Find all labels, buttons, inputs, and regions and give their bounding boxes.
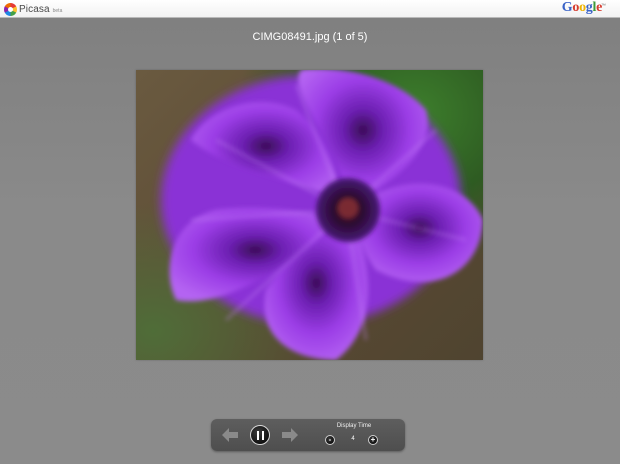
photo-title: CIMG08491.jpg (1 of 5) <box>252 31 368 43</box>
google-letter: o <box>579 0 586 15</box>
top-bar: Picasa beta Google ™ <box>0 0 620 18</box>
pause-button[interactable] <box>250 425 270 445</box>
picasa-pinwheel-icon <box>4 2 17 16</box>
pause-icon <box>256 430 259 440</box>
increase-display-time-button[interactable]: + <box>368 435 378 445</box>
next-button[interactable] <box>281 426 299 444</box>
google-logo[interactable]: Google <box>561 0 603 16</box>
display-time-label: Display Time <box>336 423 372 429</box>
flower-image <box>161 70 483 360</box>
slideshow-photo[interactable] <box>136 70 483 360</box>
beta-label: beta <box>52 7 63 14</box>
picasa-wordmark: Picasa <box>19 3 50 15</box>
pause-icon <box>261 430 264 440</box>
display-time-value: 4 <box>351 436 355 442</box>
google-letter: G <box>561 0 573 15</box>
decrease-display-time-button[interactable]: - <box>325 435 335 445</box>
trademark-mark: ™ <box>601 3 606 9</box>
arrow-left-icon <box>222 428 238 442</box>
picasa-logo[interactable]: Picasa beta <box>4 2 62 16</box>
previous-button[interactable] <box>221 426 239 444</box>
slideshow-controls: Display Time - 4 + <box>211 419 405 451</box>
arrow-right-icon <box>282 428 298 442</box>
